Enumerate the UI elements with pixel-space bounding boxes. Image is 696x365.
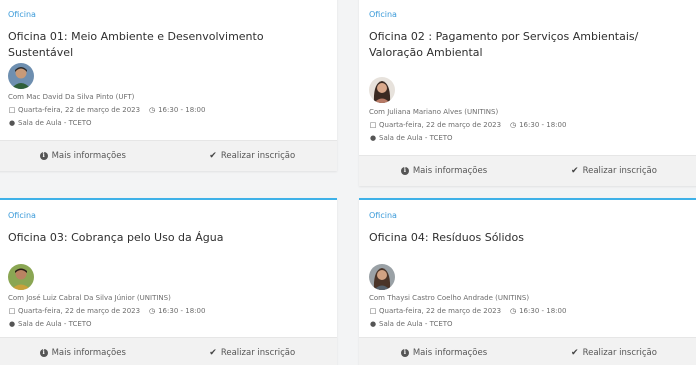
check-icon: ✔ <box>571 166 579 176</box>
presenter-text: Com Thaysi Castro Coelho Andrade (UNITIN… <box>369 294 530 302</box>
register-button[interactable]: ✔ Realizar inscrição <box>168 338 338 365</box>
info-circle-icon: i <box>400 167 409 175</box>
more-info-label: Mais informações <box>51 348 126 358</box>
register-label: Realizar inscrição <box>220 151 296 161</box>
date-text: Quarta-feira, 22 de março de 2023 <box>379 307 502 315</box>
card-footer: i Mais informações ✔ Realizar inscrição <box>0 337 337 365</box>
category-tag: Oficina <box>8 211 36 220</box>
workshop-title[interactable]: Oficina 01: Meio Ambiente e Desenvolvime… <box>8 29 328 61</box>
more-info-label: Mais informações <box>412 166 488 176</box>
register-button[interactable]: ✔ Realizar inscrição <box>168 141 338 171</box>
clock-icon: ◷ <box>149 106 156 114</box>
map-marker-icon: ● <box>8 119 16 127</box>
register-label: Realizar inscrição <box>220 348 296 358</box>
location-text: Sala de Aula - TCETO <box>18 320 92 328</box>
more-info-button[interactable]: i Mais informações <box>359 156 529 186</box>
register-button[interactable]: ✔ Realizar inscrição <box>529 338 696 365</box>
info-circle-icon: i <box>400 349 409 357</box>
time-text: 16:30 - 18:00 <box>519 121 567 129</box>
clock-icon: ◷ <box>510 121 517 129</box>
workshop-card: Oficina Oficina 02 : Pagamento por Servi… <box>359 0 696 186</box>
time-text: 16:30 - 18:00 <box>519 307 567 315</box>
workshop-card: Oficina Oficina 01: Meio Ambiente e Dese… <box>0 0 337 171</box>
schedule-row: □ Quarta-feira, 22 de março de 2023 ◷ 16:30… <box>8 105 206 116</box>
calendar-icon: □ <box>8 106 16 114</box>
more-info-button[interactable]: i Mais informações <box>359 338 529 365</box>
map-marker-icon: ● <box>369 320 377 328</box>
calendar-icon: □ <box>8 307 16 315</box>
schedule-row: □ Quarta-feira, 22 de março de 2023 ◷ 16:30… <box>369 306 567 317</box>
check-icon: ✔ <box>209 151 217 161</box>
check-icon: ✔ <box>209 348 217 358</box>
location-row: ● Sala de Aula - TCETO <box>369 319 453 330</box>
location-row: ● Sala de Aula - TCETO <box>8 118 92 129</box>
info-circle-icon: i <box>39 152 48 160</box>
register-button[interactable]: ✔ Realizar inscrição <box>529 156 696 186</box>
date-text: Quarta-feira, 22 de março de 2023 <box>379 121 502 129</box>
workshop-card: Oficina Oficina 03: Cobrança pelo Uso da… <box>0 198 337 365</box>
date-text: Quarta-feira, 22 de março de 2023 <box>18 307 141 315</box>
location-text: Sala de Aula - TCETO <box>18 119 92 127</box>
clock-icon: ◷ <box>149 307 156 315</box>
map-marker-icon: ● <box>8 320 16 328</box>
clock-icon: ◷ <box>510 307 517 315</box>
check-icon: ✔ <box>571 348 579 358</box>
category-tag: Oficina <box>8 10 36 19</box>
presenter-text: Com Juliana Mariano Alves (UNITINS) <box>369 108 499 116</box>
map-marker-icon: ● <box>369 134 377 142</box>
schedule-row: □ Quarta-feira, 22 de março de 2023 ◷ 16:30… <box>369 120 567 131</box>
calendar-icon: □ <box>369 307 377 315</box>
time-text: 16:30 - 18:00 <box>158 106 206 114</box>
more-info-button[interactable]: i Mais informações <box>0 141 168 171</box>
avatar <box>369 77 395 103</box>
more-info-button[interactable]: i Mais informações <box>0 338 168 365</box>
location-text: Sala de Aula - TCETO <box>379 320 453 328</box>
workshop-grid: Oficina Oficina 01: Meio Ambiente e Dese… <box>0 0 696 365</box>
more-info-label: Mais informações <box>51 151 126 161</box>
category-tag: Oficina <box>369 211 397 220</box>
card-footer: i Mais informações ✔ Realizar inscrição <box>359 155 696 186</box>
register-label: Realizar inscrição <box>582 348 657 358</box>
more-info-label: Mais informações <box>412 348 488 358</box>
avatar <box>8 264 34 290</box>
location-row: ● Sala de Aula - TCETO <box>8 319 92 330</box>
category-tag: Oficina <box>369 10 397 19</box>
workshop-card: Oficina Oficina 04: Resíduos Sólidos Com… <box>359 198 696 365</box>
card-footer: i Mais informações ✔ Realizar inscrição <box>0 140 337 171</box>
info-circle-icon: i <box>39 349 48 357</box>
register-label: Realizar inscrição <box>582 166 657 176</box>
date-text: Quarta-feira, 22 de março de 2023 <box>18 106 141 114</box>
presenter-text: Com Mac David Da Silva Pinto (UFT) <box>8 93 135 101</box>
workshop-title[interactable]: Oficina 04: Resíduos Sólidos <box>369 230 689 246</box>
avatar <box>369 264 395 290</box>
schedule-row: □ Quarta-feira, 22 de março de 2023 ◷ 16:30… <box>8 306 206 317</box>
calendar-icon: □ <box>369 121 377 129</box>
location-text: Sala de Aula - TCETO <box>379 134 453 142</box>
location-row: ● Sala de Aula - TCETO <box>369 133 453 144</box>
workshop-title[interactable]: Oficina 03: Cobrança pelo Uso da Água <box>8 230 328 246</box>
presenter-text: Com José Luiz Cabral Da Silva Júnior (UN… <box>8 294 171 302</box>
avatar <box>8 63 34 89</box>
card-footer: i Mais informações ✔ Realizar inscrição <box>359 337 696 365</box>
time-text: 16:30 - 18:00 <box>158 307 206 315</box>
workshop-title[interactable]: Oficina 02 : Pagamento por Serviços Ambi… <box>369 29 689 61</box>
